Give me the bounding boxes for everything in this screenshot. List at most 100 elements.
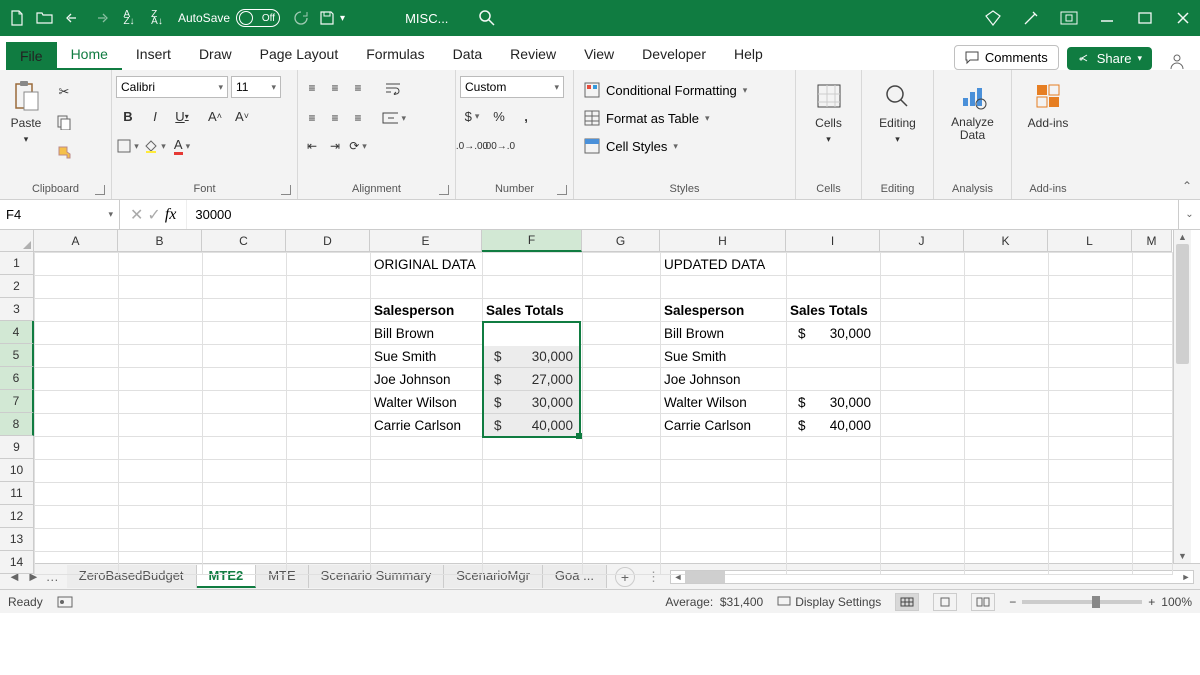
comma-format-icon[interactable]: ,	[514, 104, 538, 128]
cell-B4[interactable]	[119, 322, 203, 345]
cell-L2[interactable]	[1049, 276, 1133, 299]
redo-icon[interactable]	[92, 9, 110, 27]
cell-I11[interactable]	[787, 483, 881, 506]
cell-B10[interactable]	[119, 460, 203, 483]
cell-J4[interactable]	[881, 322, 965, 345]
col-header-H[interactable]: H	[660, 230, 786, 252]
cell-K13[interactable]	[965, 529, 1049, 552]
row-header-4[interactable]: 4	[0, 321, 34, 344]
cell-C7[interactable]	[203, 391, 287, 414]
cell-H13[interactable]	[661, 529, 787, 552]
cell-E9[interactable]	[371, 437, 483, 460]
cell-J2[interactable]	[881, 276, 965, 299]
col-header-F[interactable]: F	[482, 230, 582, 252]
tab-review[interactable]: Review	[496, 40, 570, 70]
col-header-K[interactable]: K	[964, 230, 1048, 252]
cell-C6[interactable]	[203, 368, 287, 391]
cell-M4[interactable]	[1133, 322, 1173, 345]
cell-M7[interactable]	[1133, 391, 1173, 414]
cell-M13[interactable]	[1133, 529, 1173, 552]
cell-L6[interactable]	[1049, 368, 1133, 391]
cell-D11[interactable]	[287, 483, 371, 506]
wrap-text-icon[interactable]	[382, 76, 406, 100]
cell-F8[interactable]: $40,000	[483, 414, 583, 437]
conditional-formatting-button[interactable]: Conditional Formatting▾	[578, 80, 753, 100]
align-middle-icon[interactable]: ≡	[325, 78, 345, 98]
increase-decimal-icon[interactable]: .0→.00	[460, 134, 484, 158]
editing-button[interactable]: Editing▾	[873, 76, 922, 149]
zoom-slider[interactable]	[1022, 600, 1142, 604]
row-header-12[interactable]: 12	[0, 505, 34, 528]
alignment-launcher-icon[interactable]	[439, 185, 449, 195]
cell-A13[interactable]	[35, 529, 119, 552]
zoom-in-button[interactable]: +	[1148, 595, 1155, 609]
scroll-up-icon[interactable]: ▲	[1174, 230, 1191, 244]
row-header-8[interactable]: 8	[0, 413, 34, 436]
cell-G6[interactable]	[583, 368, 661, 391]
cell-J8[interactable]	[881, 414, 965, 437]
fx-icon[interactable]: fx	[165, 206, 177, 224]
select-all-button[interactable]	[0, 230, 34, 252]
bold-button[interactable]: B	[116, 104, 140, 128]
cell-D5[interactable]	[287, 345, 371, 368]
cell-E10[interactable]	[371, 460, 483, 483]
scroll-thumb[interactable]	[1176, 244, 1189, 364]
cell-I13[interactable]	[787, 529, 881, 552]
formula-input[interactable]: 30000	[187, 200, 1178, 229]
cell-K10[interactable]	[965, 460, 1049, 483]
cell-E3[interactable]: Salesperson	[371, 299, 483, 322]
cell-F13[interactable]	[483, 529, 583, 552]
col-header-E[interactable]: E	[370, 230, 482, 252]
cell-K8[interactable]	[965, 414, 1049, 437]
window-icon[interactable]	[1060, 9, 1078, 27]
cell-L3[interactable]	[1049, 299, 1133, 322]
cell-L5[interactable]	[1049, 345, 1133, 368]
cell-J10[interactable]	[881, 460, 965, 483]
cell-M9[interactable]	[1133, 437, 1173, 460]
cell-L8[interactable]	[1049, 414, 1133, 437]
cell-E2[interactable]	[371, 276, 483, 299]
cell-E7[interactable]: Walter Wilson	[371, 391, 483, 414]
cell-J5[interactable]	[881, 345, 965, 368]
cell-F10[interactable]	[483, 460, 583, 483]
cell-D8[interactable]	[287, 414, 371, 437]
cell-L7[interactable]	[1049, 391, 1133, 414]
cell-G4[interactable]	[583, 322, 661, 345]
cell-D4[interactable]	[287, 322, 371, 345]
cell-H7[interactable]: Walter Wilson	[661, 391, 787, 414]
cell-G14[interactable]	[583, 552, 661, 575]
scroll-right-icon[interactable]: ►	[1179, 572, 1193, 582]
cell-F12[interactable]	[483, 506, 583, 529]
cell-B2[interactable]	[119, 276, 203, 299]
scroll-down-icon[interactable]: ▼	[1174, 549, 1191, 563]
cell-C11[interactable]	[203, 483, 287, 506]
cell-J12[interactable]	[881, 506, 965, 529]
tab-view[interactable]: View	[570, 40, 628, 70]
cell-K4[interactable]	[965, 322, 1049, 345]
shrink-font-icon[interactable]: A˅	[230, 104, 254, 128]
cell-D3[interactable]	[287, 299, 371, 322]
diamond-icon[interactable]	[984, 9, 1002, 27]
name-box[interactable]: F4▾	[0, 200, 120, 229]
align-right-icon[interactable]: ≡	[348, 108, 368, 128]
cell-A3[interactable]	[35, 299, 119, 322]
align-left-icon[interactable]: ≡	[302, 108, 322, 128]
cell-K6[interactable]	[965, 368, 1049, 391]
align-bottom-icon[interactable]: ≡	[348, 78, 368, 98]
minimize-icon[interactable]	[1098, 9, 1116, 27]
cell-H6[interactable]: Joe Johnson	[661, 368, 787, 391]
cell-D1[interactable]	[287, 253, 371, 276]
cell-C8[interactable]	[203, 414, 287, 437]
row-header-2[interactable]: 2	[0, 275, 34, 298]
account-icon[interactable]	[1168, 52, 1186, 70]
cell-F3[interactable]: Sales Totals	[483, 299, 583, 322]
sort-asc-icon[interactable]: AZ↓	[120, 9, 138, 27]
cell-H10[interactable]	[661, 460, 787, 483]
cell-A5[interactable]	[35, 345, 119, 368]
cell-E11[interactable]	[371, 483, 483, 506]
cell-B5[interactable]	[119, 345, 203, 368]
cell-A9[interactable]	[35, 437, 119, 460]
row-header-9[interactable]: 9	[0, 436, 34, 459]
cell-H8[interactable]: Carrie Carlson	[661, 414, 787, 437]
cell-H4[interactable]: Bill Brown	[661, 322, 787, 345]
